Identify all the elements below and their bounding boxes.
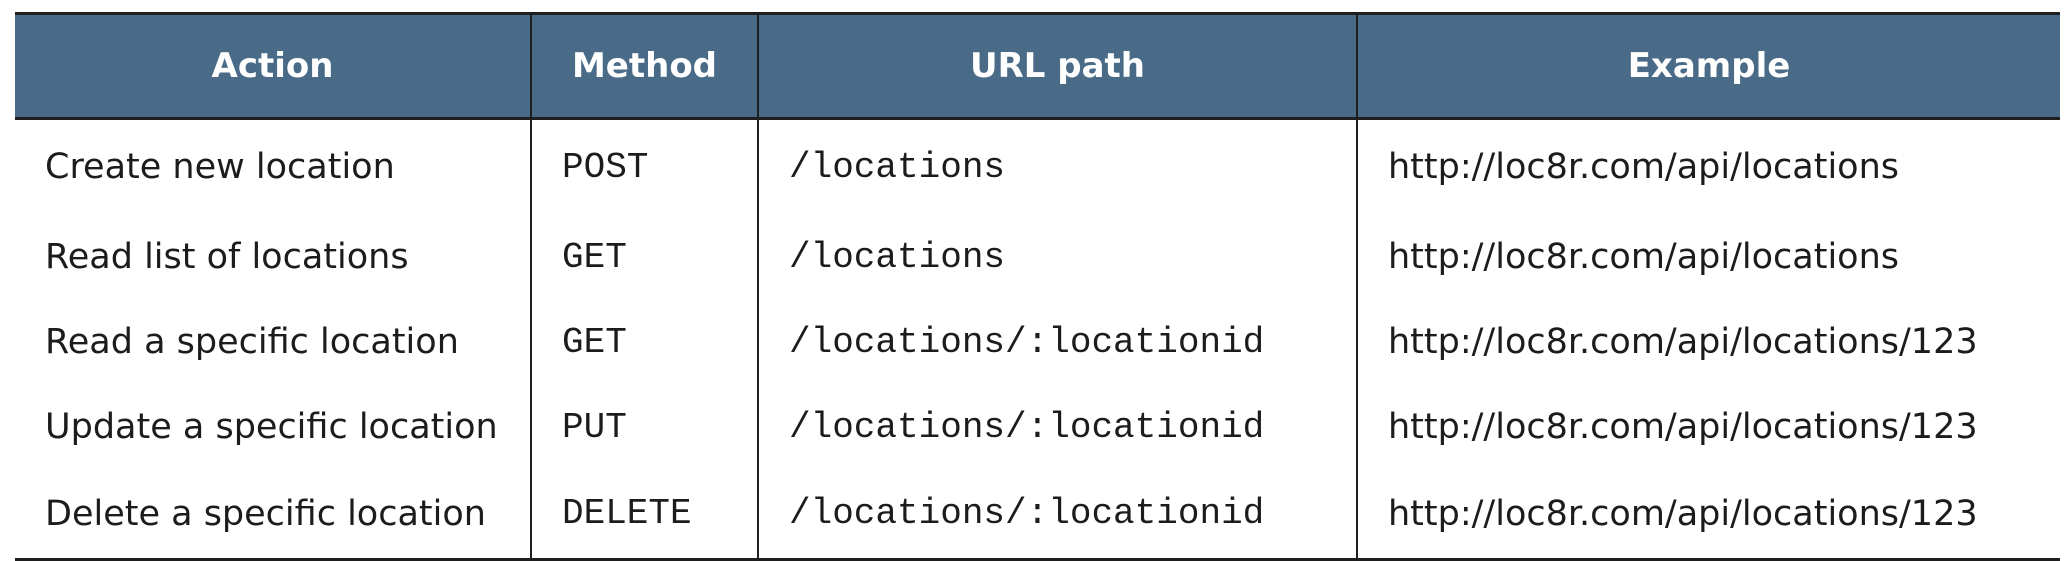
- table-row: Delete a specific location DELETE /locat…: [15, 469, 2060, 561]
- example-url-cell: http://loc8r.com/api/locations/123: [1356, 384, 2060, 470]
- action-cell: Read a specific location: [45, 322, 459, 362]
- action-cell: Read list of locations: [45, 237, 409, 277]
- column-header-method: Method: [530, 12, 758, 120]
- url-path-cell: /locations: [757, 118, 1357, 215]
- column-header-example: Example: [1356, 12, 2060, 120]
- method-cell: POST: [530, 118, 758, 215]
- example-url-cell: http://loc8r.com/api/locations: [1356, 118, 2060, 215]
- table-body: Create new location POST /locations http…: [15, 118, 2060, 561]
- table-row: Read list of locations GET /locations ht…: [15, 214, 2060, 300]
- action-cell: Update a specific location: [45, 407, 498, 447]
- url-path-cell: /locations/:locationid: [757, 384, 1357, 470]
- table-row: Update a specific location PUT /location…: [15, 384, 2060, 470]
- method-cell: PUT: [530, 384, 758, 470]
- url-path-cell: /locations/:locationid: [757, 299, 1357, 385]
- example-url-cell: http://loc8r.com/api/locations: [1356, 214, 2060, 300]
- api-routes-table: Action Method URL path Example Create ne…: [15, 12, 2060, 561]
- action-cell: Create new location: [45, 147, 395, 188]
- column-header-action: Action: [15, 12, 531, 120]
- action-cell: Delete a specific location: [15, 469, 531, 561]
- url-path-cell: /locations: [757, 214, 1357, 300]
- table-header: Action Method URL path Example: [15, 12, 2060, 120]
- example-url-cell: http://loc8r.com/api/locations/123: [1356, 469, 2060, 561]
- method-cell: GET: [530, 299, 758, 385]
- example-url-cell: http://loc8r.com/api/locations/123: [1356, 299, 2060, 385]
- column-header-url-path: URL path: [757, 12, 1357, 120]
- header-row: Action Method URL path Example: [15, 12, 2060, 120]
- method-cell: GET: [530, 214, 758, 300]
- method-cell: DELETE: [530, 469, 758, 561]
- table-row: Read a specific location GET /locations/…: [15, 299, 2060, 385]
- url-path-cell: /locations/:locationid: [757, 469, 1357, 561]
- table-row: Create new location POST /locations http…: [15, 118, 2060, 215]
